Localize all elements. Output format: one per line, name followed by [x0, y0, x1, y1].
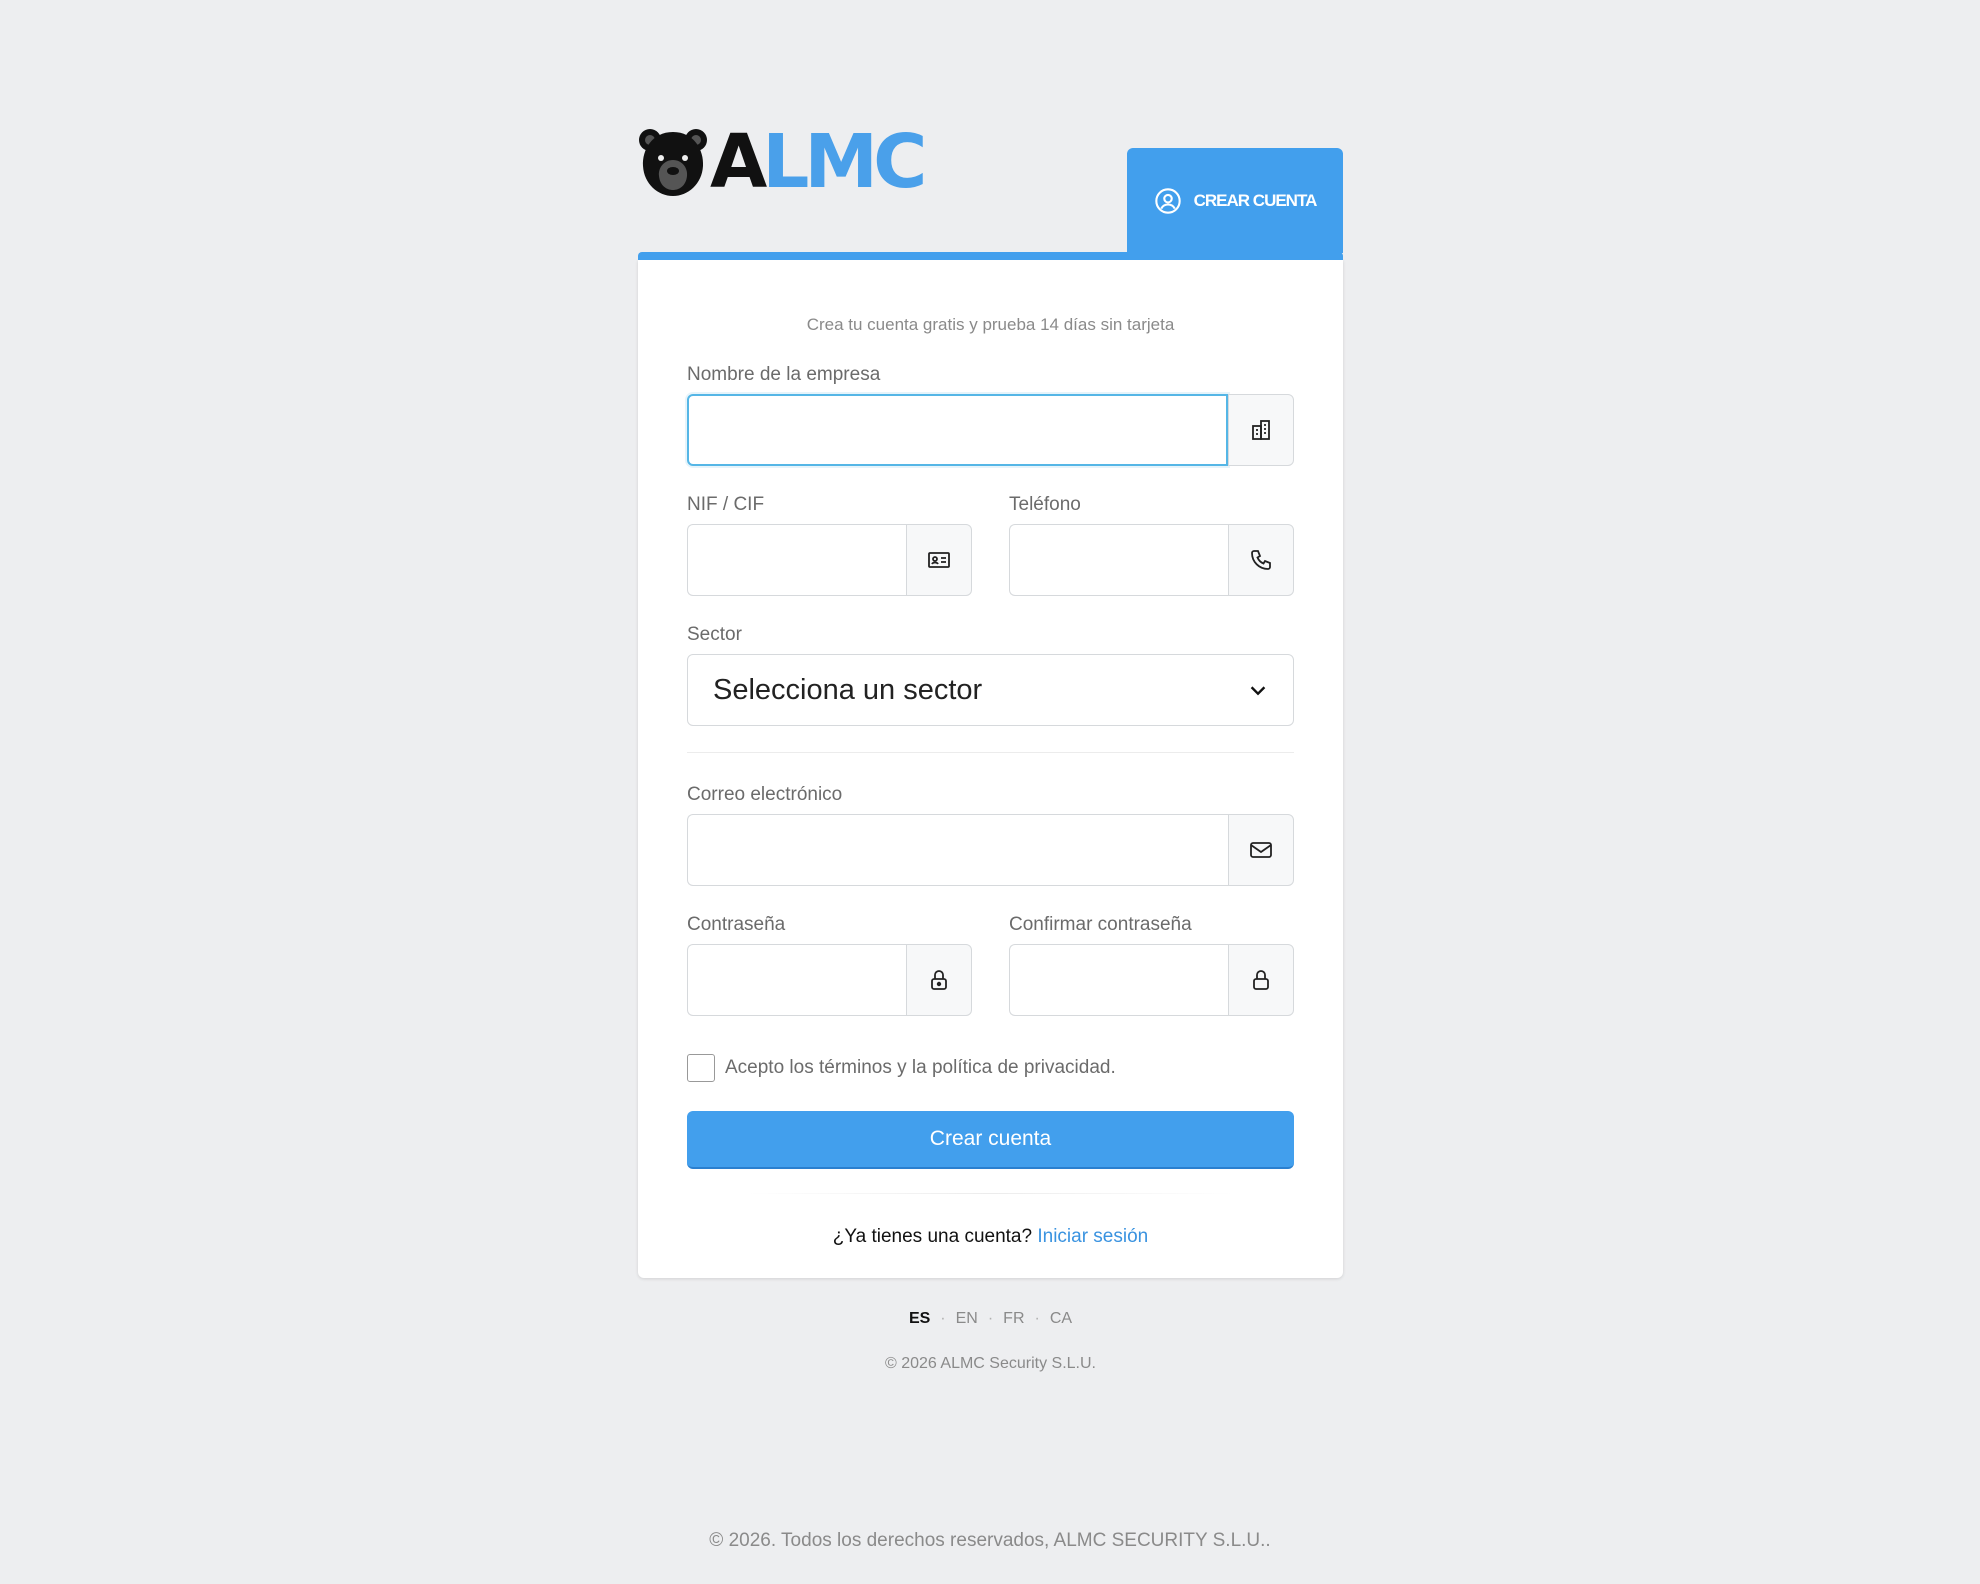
login-prompt-text: ¿Ya tienes una cuenta?: [832, 1226, 1033, 1247]
signup-card: Crea tu cuenta gratis y prueba 14 días s…: [638, 260, 1343, 1278]
create-account-button[interactable]: Crear cuenta: [687, 1111, 1294, 1169]
confirm-password-input[interactable]: [1009, 944, 1228, 1016]
phone-icon: [1251, 550, 1271, 570]
company-group: Nombre de la empresa: [687, 364, 1294, 466]
confirm-password-addon: [1228, 944, 1294, 1016]
user-circle-icon: [1154, 187, 1182, 215]
lock-icon: [931, 970, 947, 990]
nif-input[interactable]: [687, 524, 906, 596]
terms-label[interactable]: Acepto los términos y la política de pri…: [725, 1057, 1116, 1079]
password-group: Contraseña: [687, 914, 972, 1016]
id-card-icon: [928, 552, 950, 568]
footer-separator: [747, 1193, 1234, 1194]
email-input[interactable]: [687, 814, 1228, 886]
terms-checkbox[interactable]: [687, 1054, 715, 1082]
company-addon: [1228, 394, 1294, 466]
brand-name-part1: A: [710, 119, 767, 205]
card-copyright: © 2026 ALMC Security S.L.U.: [885, 1355, 1096, 1372]
sector-selected-value: Selecciona un sector: [713, 673, 983, 706]
sector-select[interactable]: Selecciona un sector: [687, 654, 1294, 726]
lang-ca[interactable]: CA: [1050, 1310, 1072, 1327]
phone-input[interactable]: [1009, 524, 1228, 596]
lang-separator: ·: [987, 1310, 994, 1327]
email-addon: [1228, 814, 1294, 886]
nif-label: NIF / CIF: [687, 494, 765, 515]
tab-create-account[interactable]: CREAR CUENTA: [1127, 148, 1343, 253]
brand-logo: ALMC: [638, 124, 927, 200]
signup-container: ALMC CREAR CUENTA Crea tu cuenta gratis …: [638, 124, 1343, 1373]
tab-label: CREAR CUENTA: [1193, 190, 1318, 210]
sector-group: Sector Selecciona un sector: [687, 624, 1294, 726]
chevron-down-icon: [1250, 686, 1266, 696]
building-icon: [1252, 420, 1270, 440]
envelope-icon: [1250, 842, 1272, 858]
nif-group: NIF / CIF: [687, 494, 972, 596]
confirm-password-label: Confirmar contraseña: [1009, 914, 1192, 935]
password-input[interactable]: [687, 944, 906, 1016]
confirm-password-group: Confirmar contraseña: [1009, 914, 1294, 1016]
nif-addon: [906, 524, 972, 596]
lang-fr[interactable]: FR: [1003, 1310, 1024, 1327]
lang-es[interactable]: ES: [909, 1310, 930, 1327]
company-label: Nombre de la empresa: [687, 364, 881, 385]
phone-label: Teléfono: [1009, 494, 1081, 515]
login-link[interactable]: Iniciar sesión: [1037, 1226, 1148, 1247]
password-label: Contraseña: [687, 914, 786, 935]
email-group: Correo electrónico: [687, 784, 1294, 886]
phone-addon: [1228, 524, 1294, 596]
header: ALMC CREAR CUENTA: [638, 124, 1343, 257]
form-subtitle: Crea tu cuenta gratis y prueba 14 días s…: [806, 315, 1175, 334]
password-addon: [906, 944, 972, 1016]
bear-logo-icon: [639, 129, 707, 196]
login-prompt: ¿Ya tienes una cuenta? Iniciar sesión: [687, 1226, 1294, 1248]
lock-icon: [1253, 970, 1269, 990]
terms-row: Acepto los términos y la política de pri…: [687, 1054, 1294, 1082]
phone-group: Teléfono: [1009, 494, 1294, 596]
brand-name-part2: LMC: [762, 119, 927, 205]
accent-bar: [638, 252, 1343, 260]
lang-en[interactable]: EN: [956, 1310, 978, 1327]
section-divider: [687, 752, 1294, 753]
email-label: Correo electrónico: [687, 784, 843, 805]
lang-separator: ·: [1034, 1310, 1040, 1327]
company-input[interactable]: [687, 394, 1228, 466]
sector-label: Sector: [687, 624, 742, 645]
lang-separator: ·: [940, 1310, 946, 1327]
brand-name: ALMC: [710, 124, 927, 200]
page-copyright: © 2026. Todos los derechos reservados, A…: [709, 1530, 1271, 1551]
language-selector: ES · EN · FR · CA: [638, 1310, 1343, 1328]
